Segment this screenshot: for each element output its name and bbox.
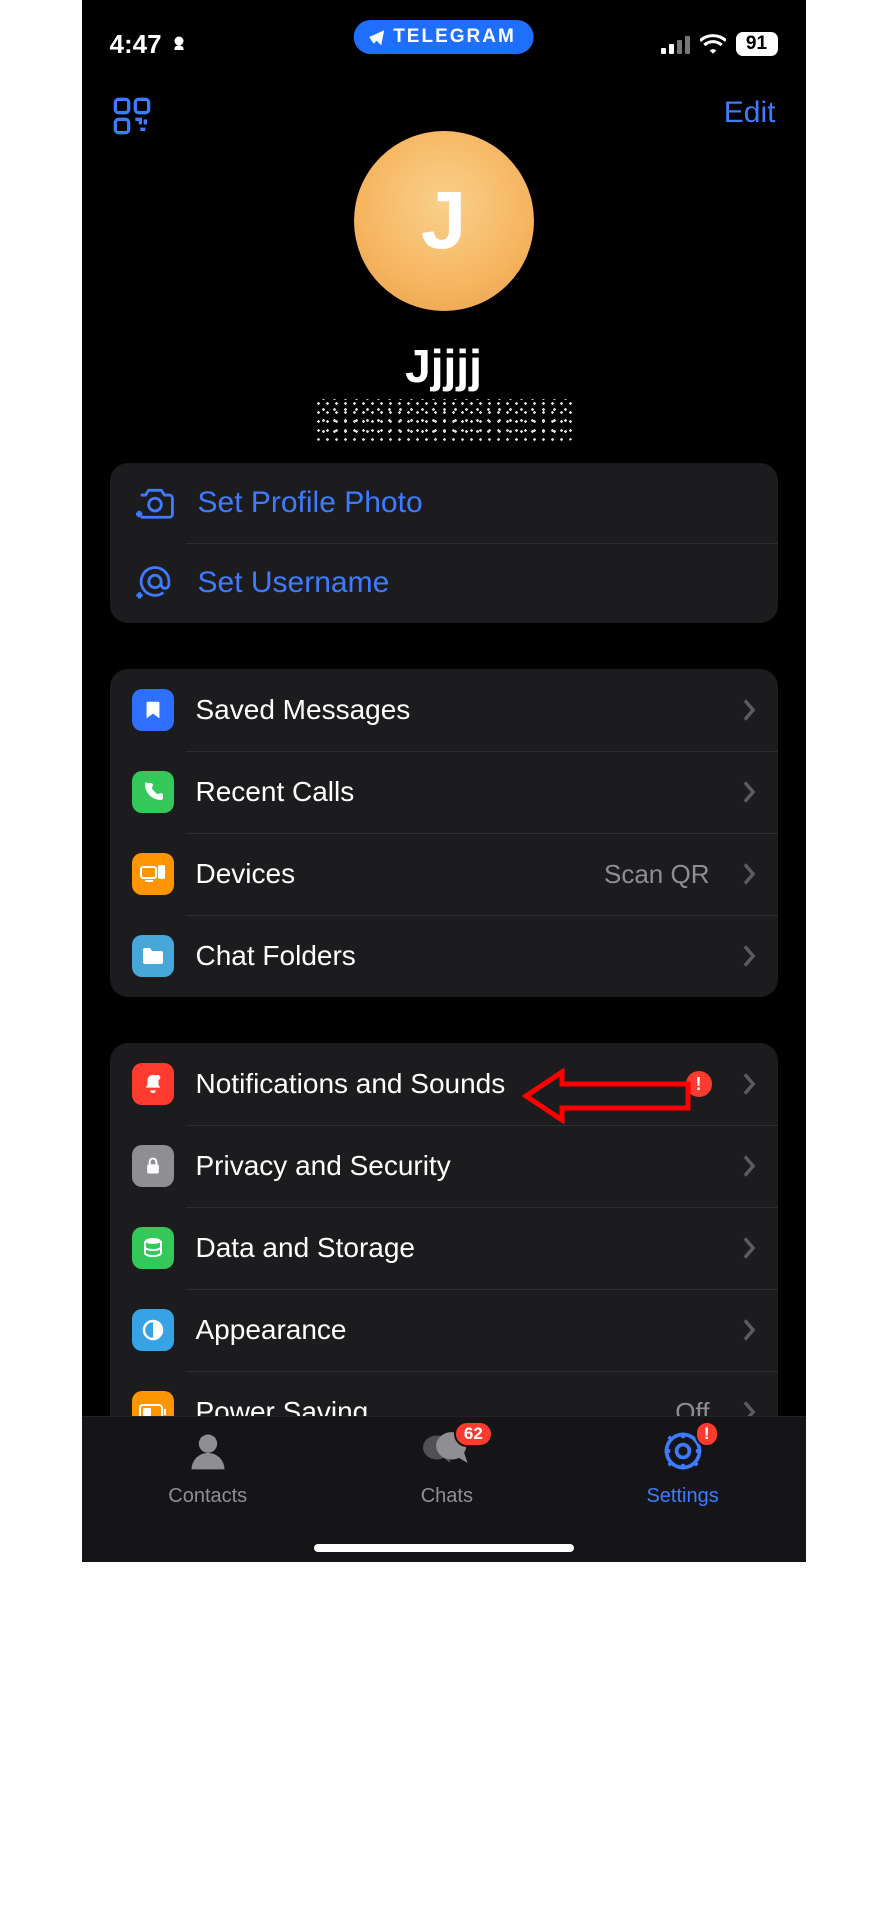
chats-badge: 62 (454, 1421, 493, 1447)
tab-contacts[interactable]: Contacts (168, 1429, 247, 1508)
bookmark-icon (132, 689, 174, 731)
phone-icon (132, 771, 174, 813)
row-set-username[interactable]: Set Username (110, 543, 778, 623)
row-saved-messages[interactable]: Saved Messages (110, 669, 778, 751)
qr-icon (112, 96, 152, 136)
contacts-icon (186, 1429, 230, 1479)
wifi-icon (700, 34, 726, 54)
set-photo-label: Set Profile Photo (198, 486, 754, 520)
chevron-right-icon (742, 863, 756, 885)
profile-block: J Jjjjj (82, 131, 806, 441)
chevron-right-icon (742, 1319, 756, 1341)
row-notifications[interactable]: Notifications and Sounds ! (110, 1043, 778, 1125)
profile-phone-redacted (314, 399, 574, 441)
database-icon (132, 1227, 174, 1269)
chevron-right-icon (742, 945, 756, 967)
row-appearance[interactable]: Appearance (110, 1289, 778, 1371)
contrast-icon (132, 1309, 174, 1351)
row-recent-calls[interactable]: Recent Calls (110, 751, 778, 833)
settings-alert-badge: ! (695, 1421, 719, 1447)
tab-contacts-label: Contacts (168, 1485, 247, 1508)
gear-icon: ! (661, 1429, 705, 1479)
bell-icon (132, 1063, 174, 1105)
set-username-label: Set Username (198, 566, 754, 600)
avatar-initial: J (421, 174, 467, 268)
tab-bar: Contacts 62 Chats ! Settings (82, 1416, 806, 1562)
devices-icon (132, 853, 174, 895)
chats-icon: 62 (423, 1429, 471, 1479)
folder-icon (132, 935, 174, 977)
saved-messages-label: Saved Messages (196, 694, 720, 726)
at-add-icon (134, 566, 176, 600)
send-icon (367, 28, 385, 46)
row-devices[interactable]: Devices Scan QR (110, 833, 778, 915)
screen: 4:47 TELEGRAM 91 Edit J Jjjjj (82, 0, 806, 1562)
edit-button[interactable]: Edit (724, 96, 776, 130)
appearance-label: Appearance (196, 1314, 720, 1346)
settings-group-1: Saved Messages Recent Calls Devices Scan… (110, 669, 778, 997)
chat-folders-label: Chat Folders (196, 940, 720, 972)
chevron-right-icon (742, 1073, 756, 1095)
notifications-label: Notifications and Sounds (196, 1068, 664, 1100)
profile-name: Jjjjj (405, 339, 482, 393)
profile-actions-card: Set Profile Photo Set Username (110, 463, 778, 623)
data-storage-label: Data and Storage (196, 1232, 720, 1264)
lock-icon (132, 1145, 174, 1187)
status-time-group: 4:47 (110, 29, 188, 60)
location-icon (170, 33, 188, 55)
status-bar: 4:47 TELEGRAM 91 (82, 0, 806, 66)
tab-settings[interactable]: ! Settings (646, 1429, 718, 1508)
devices-label: Devices (196, 858, 583, 890)
status-time: 4:47 (110, 29, 162, 60)
qr-button[interactable] (112, 96, 152, 141)
cell-signal-icon (661, 34, 690, 54)
alert-badge: ! (686, 1071, 712, 1097)
tab-settings-label: Settings (646, 1485, 718, 1508)
row-privacy[interactable]: Privacy and Security (110, 1125, 778, 1207)
app-pill: TELEGRAM (353, 20, 534, 54)
camera-add-icon (134, 486, 176, 520)
recent-calls-label: Recent Calls (196, 776, 720, 808)
avatar[interactable]: J (354, 131, 534, 311)
privacy-label: Privacy and Security (196, 1150, 720, 1182)
app-pill-label: TELEGRAM (393, 26, 516, 48)
settings-header: Edit (82, 66, 806, 141)
status-right: 91 (661, 32, 778, 56)
chevron-right-icon (742, 781, 756, 803)
battery-level: 91 (736, 32, 778, 56)
row-set-photo[interactable]: Set Profile Photo (110, 463, 778, 543)
chevron-right-icon (742, 1237, 756, 1259)
devices-value: Scan QR (604, 859, 710, 890)
tab-chats[interactable]: 62 Chats (421, 1429, 473, 1508)
row-data-storage[interactable]: Data and Storage (110, 1207, 778, 1289)
row-chat-folders[interactable]: Chat Folders (110, 915, 778, 997)
tab-chats-label: Chats (421, 1485, 473, 1508)
chevron-right-icon (742, 1155, 756, 1177)
home-indicator[interactable] (314, 1544, 574, 1552)
chevron-right-icon (742, 699, 756, 721)
